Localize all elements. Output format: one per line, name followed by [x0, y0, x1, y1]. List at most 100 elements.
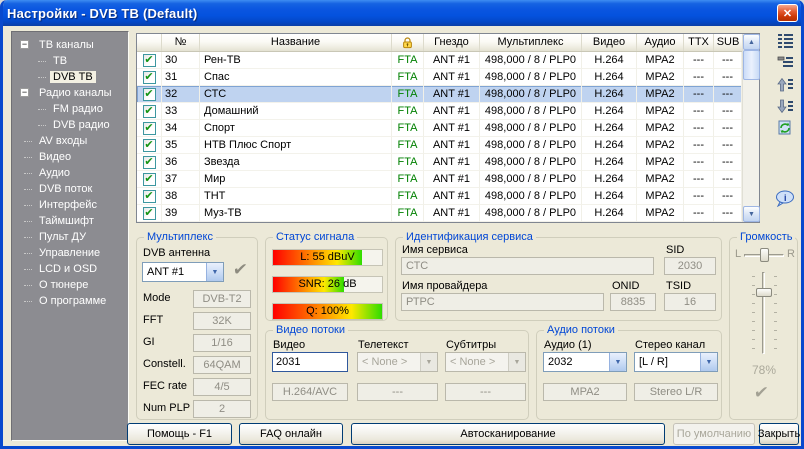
sidebar-item-DVB ТВ[interactable]: DVB ТВ [12, 69, 128, 85]
move-channel-down-icon[interactable] [774, 96, 796, 116]
sidebar-item-label: FM радио [50, 103, 106, 115]
channel-enabled-checkbox[interactable]: ✔ [143, 54, 156, 67]
ttx-cell: --- [684, 86, 714, 103]
channel-enabled-checkbox[interactable]: ✔ [143, 173, 156, 186]
tree-line [38, 109, 46, 110]
sidebar-item-Аудио[interactable]: Аудио [12, 165, 128, 181]
channel-row-30[interactable]: ✔30Рен-ТВFTAANT #1498,000 / 8 / PLP0H.26… [137, 52, 742, 69]
select-all-list-icon[interactable] [774, 30, 796, 50]
collapse-icon[interactable]: − [20, 40, 29, 49]
title-bar[interactable]: Настройки - DVB ТВ (Default) ✕ [0, 0, 804, 26]
header-socket[interactable]: Гнездо [424, 34, 480, 51]
sidebar-item-Пульт ДУ[interactable]: Пульт ДУ [12, 229, 128, 245]
channel-row-34[interactable]: ✔34СпортFTAANT #1498,000 / 8 / PLP0H.264… [137, 120, 742, 137]
volume-ticks-left [752, 276, 755, 357]
tree-line [24, 141, 32, 142]
chevron-down-icon[interactable]: ▼ [609, 353, 626, 371]
channel-enabled-checkbox[interactable]: ✔ [143, 71, 156, 84]
audio-pid-combobox[interactable]: 2032 ▼ [543, 352, 627, 372]
tree-line [24, 285, 32, 286]
channel-number: 30 [162, 52, 200, 69]
sidebar-item-label: Таймшифт [36, 215, 97, 227]
channel-row-35[interactable]: ✔35НТВ Плюс СпортFTAANT #1498,000 / 8 / … [137, 137, 742, 154]
close-window-button[interactable]: ✕ [777, 4, 798, 22]
channel-row-37[interactable]: ✔37МирFTAANT #1498,000 / 8 / PLP0H.264MP… [137, 171, 742, 188]
volume-slider-track[interactable] [762, 272, 765, 354]
sidebar-item-DVB поток[interactable]: DVB поток [12, 181, 128, 197]
channel-enabled-checkbox[interactable]: ✔ [143, 190, 156, 203]
balance-slider-thumb[interactable] [760, 248, 769, 262]
sidebar-item-label: ТВ каналы [36, 39, 97, 51]
multiplex-cell: 498,000 / 8 / PLP0 [480, 137, 582, 154]
video-streams-title: Видео потоки [273, 323, 348, 337]
header-fta[interactable] [392, 34, 424, 51]
table-header[interactable]: № Название Гнездо Мультиплекс Видео Ауди… [137, 34, 742, 52]
scroll-down-button[interactable]: ▼ [743, 206, 760, 222]
sidebar-item-label: LCD и OSD [36, 263, 100, 275]
volume-slider-thumb[interactable] [756, 288, 772, 297]
sidebar-item-label: Управление [36, 247, 103, 259]
stereo-channel-value: [L / R] [635, 356, 700, 368]
rescan-channel-icon[interactable] [774, 118, 796, 138]
audio-codec-cell: MPA2 [637, 154, 684, 171]
move-channel-up-icon[interactable] [774, 74, 796, 94]
scroll-up-button[interactable]: ▲ [743, 34, 760, 50]
header-ttx[interactable]: TTX [684, 34, 714, 51]
tree-line [38, 77, 46, 78]
channel-enabled-checkbox[interactable]: ✔ [143, 156, 156, 169]
channel-name: Рен-ТВ [200, 52, 392, 69]
channel-row-31[interactable]: ✔31СпасFTAANT #1498,000 / 8 / PLP0H.264M… [137, 69, 742, 86]
sidebar-item-ТВ каналы[interactable]: −ТВ каналы [12, 37, 128, 53]
header-audio[interactable]: Аудио [637, 34, 684, 51]
channel-row-39[interactable]: ✔39Муз-ТВFTAANT #1498,000 / 8 / PLP0H.26… [137, 205, 742, 222]
header-video[interactable]: Видео [582, 34, 637, 51]
volume-percent: 78% [752, 364, 776, 377]
channel-enabled-checkbox[interactable]: ✔ [143, 207, 156, 220]
channel-enabled-checkbox[interactable]: ✔ [143, 88, 156, 101]
channel-enabled-checkbox[interactable]: ✔ [143, 122, 156, 135]
autoscan-button[interactable]: Автосканирование [351, 423, 665, 445]
mux-param-label: FFT [143, 314, 163, 327]
sidebar-item-Интерфейс[interactable]: Интерфейс [12, 197, 128, 213]
channel-enabled-checkbox[interactable]: ✔ [143, 105, 156, 118]
antenna-combobox[interactable]: ANT #1 ▼ [142, 262, 224, 282]
header-num[interactable]: № [162, 34, 200, 51]
multiplex-cell: 498,000 / 8 / PLP0 [480, 154, 582, 171]
sidebar-item-ТВ[interactable]: ТВ [12, 53, 128, 69]
tree-line [38, 61, 46, 62]
vertical-scrollbar[interactable]: ▲ ▼ [742, 34, 759, 222]
sidebar-item-Радио каналы[interactable]: −Радио каналы [12, 85, 128, 101]
chevron-down-icon[interactable]: ▼ [206, 263, 223, 281]
faq-button[interactable]: FAQ онлайн [239, 423, 343, 445]
close-button[interactable]: Закрыть [759, 423, 799, 445]
help-button[interactable]: Помощь - F1 [127, 423, 232, 445]
sidebar-item-Управление[interactable]: Управление [12, 245, 128, 261]
tsid-field: 16 [664, 293, 716, 311]
channel-properties-icon[interactable] [774, 52, 796, 72]
channel-row-36[interactable]: ✔36ЗвездаFTAANT #1498,000 / 8 / PLP0H.26… [137, 154, 742, 171]
sidebar-item-AV входы[interactable]: AV входы [12, 133, 128, 149]
header-checkbox-col[interactable] [137, 34, 162, 51]
header-sub[interactable]: SUB [714, 34, 742, 51]
stereo-channel-combobox[interactable]: [L / R] ▼ [634, 352, 718, 372]
sidebar-item-DVB радио[interactable]: DVB радио [12, 117, 128, 133]
collapse-icon[interactable]: − [20, 88, 29, 97]
video-pid-input[interactable] [272, 352, 348, 372]
channel-row-33[interactable]: ✔33ДомашнийFTAANT #1498,000 / 8 / PLP0H.… [137, 103, 742, 120]
chevron-down-icon[interactable]: ▼ [700, 353, 717, 371]
channel-row-38[interactable]: ✔38ТНТFTAANT #1498,000 / 8 / PLP0H.264MP… [137, 188, 742, 205]
sidebar-item-FM радио[interactable]: FM радио [12, 101, 128, 117]
sidebar-item-LCD и OSD[interactable]: LCD и OSD [12, 261, 128, 277]
channel-row-32[interactable]: ✔32СТСFTAANT #1498,000 / 8 / PLP0H.264MP… [137, 86, 742, 103]
teletext-info-field: --- [357, 383, 438, 401]
lock-icon [401, 36, 414, 49]
channel-enabled-checkbox[interactable]: ✔ [143, 139, 156, 152]
header-name[interactable]: Название [200, 34, 392, 51]
sidebar-item-О программе[interactable]: О программе [12, 293, 128, 309]
sidebar-item-Видео[interactable]: Видео [12, 149, 128, 165]
scroll-thumb[interactable] [743, 50, 760, 80]
header-mux[interactable]: Мультиплекс [480, 34, 582, 51]
sidebar-item-О тюнере[interactable]: О тюнере [12, 277, 128, 293]
sidebar-item-Таймшифт[interactable]: Таймшифт [12, 213, 128, 229]
channel-info-icon[interactable]: i [774, 188, 796, 208]
